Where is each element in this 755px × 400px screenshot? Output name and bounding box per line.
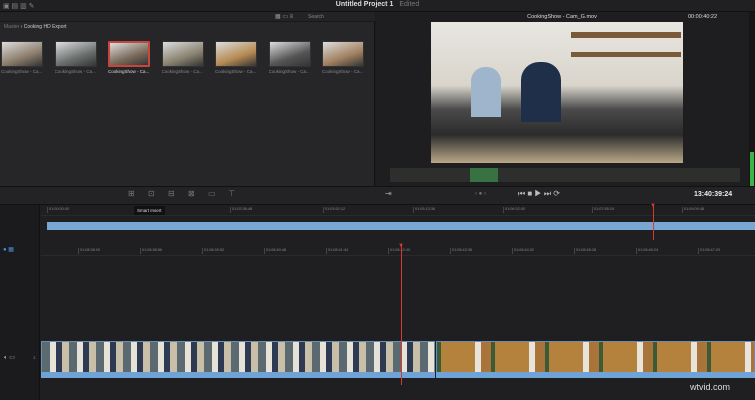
audio-meter	[749, 12, 755, 186]
trim-icon[interactable]: ⇥	[385, 189, 392, 198]
person-figure	[521, 62, 561, 122]
media-clip-thumbnail[interactable]	[54, 41, 97, 67]
viewer-timecode: 00:00:40:22	[688, 14, 718, 20]
smart-insert-icon[interactable]: ⊞	[128, 189, 135, 198]
append-icon[interactable]: ⊡	[148, 189, 155, 198]
breadcrumb-root[interactable]: Master	[4, 24, 19, 30]
shelf	[571, 32, 681, 38]
ruler-tick: 01:08:41:44	[326, 248, 349, 254]
ruler-tick: 01:08:46:24	[636, 248, 659, 254]
video-frame	[431, 22, 683, 163]
project-title: Untitled Project 1 Edited	[0, 1, 755, 8]
media-clip-label: CookingShow - Ca...	[1, 69, 43, 74]
jog-control[interactable]: ‹ ● ›	[475, 191, 486, 197]
media-pool	[0, 12, 375, 186]
overview-clip-bar[interactable]	[47, 222, 755, 230]
person-figure	[471, 67, 501, 117]
tooltip: Smart Insert	[134, 206, 165, 215]
track-headers	[0, 205, 40, 400]
ripple-overwrite-icon[interactable]: ⊟	[168, 189, 175, 198]
ruler-tick: 01:02:36:48	[230, 207, 253, 213]
edit-toolbar	[0, 186, 755, 205]
ruler-tick: 01:08:45:28	[574, 248, 597, 254]
media-clip-label: CookingShow - Ca...	[215, 69, 257, 74]
media-clip-label: CookingShow - Ca...	[268, 69, 310, 74]
project-name: Untitled Project 1	[335, 1, 394, 8]
breadcrumb-current[interactable]: Cooking HD Export	[24, 24, 67, 30]
ruler-tick: 01:08:47:20	[698, 248, 721, 254]
ruler-tick: 01:05:13:36	[413, 207, 436, 213]
track-number: 1	[33, 355, 36, 360]
media-clip-label: CookingShow - Ca...	[54, 69, 96, 74]
upper-playhead[interactable]	[653, 205, 654, 240]
media-clip-thumbnail[interactable]	[108, 41, 150, 67]
audio-waveform[interactable]	[390, 168, 740, 182]
close-up-icon[interactable]: ⊠	[188, 189, 195, 198]
playhead-marker[interactable]: ▼	[650, 203, 656, 209]
ruler-tick: 01:08:44:32	[512, 248, 535, 254]
playhead-marker[interactable]: ▼	[398, 243, 404, 249]
transport-controls[interactable]: ⏮ ■ ▶ ⏭ ⟳	[518, 189, 560, 199]
edit-status: Edited	[399, 1, 420, 8]
timeline-clip[interactable]	[41, 341, 435, 373]
search-input[interactable]: Search	[308, 14, 324, 20]
media-clip-thumbnail[interactable]	[161, 41, 204, 67]
timeline-clip[interactable]	[436, 341, 755, 373]
watermark: wtvid.com	[690, 382, 731, 392]
timeline-timecode: 13:40:39:24	[694, 191, 733, 198]
source-overwrite-icon[interactable]: ⊤	[228, 189, 235, 198]
place-on-top-icon[interactable]: ▭	[208, 189, 216, 198]
ruler-tick: 01:08:38:56	[140, 248, 163, 254]
media-clip-thumbnail[interactable]	[322, 41, 364, 67]
ruler-tick: 01:09:09:48	[682, 207, 705, 213]
media-clip-thumbnail[interactable]	[268, 41, 311, 67]
ruler-tick: 01:06:32:00	[503, 207, 526, 213]
media-clip-thumbnail[interactable]	[215, 41, 257, 67]
audio-clip[interactable]	[436, 372, 755, 378]
media-clip-label: CookingShow - Ca...	[108, 69, 150, 74]
media-clip-label: CookingShow - Ca...	[161, 69, 203, 74]
ruler-tick: 01:07:55:24	[592, 207, 615, 213]
breadcrumb: Master › Cooking HD Export	[4, 24, 67, 30]
ruler-tick: 01:08:38:00	[78, 248, 101, 254]
lock-icon[interactable]: ● ▦	[3, 246, 14, 253]
ruler-tick: 01:08:40:48	[264, 248, 287, 254]
media-clip-label: CookingShow - Ca...	[322, 69, 364, 74]
view-mode-icons[interactable]: ▦ ▭ ≡	[275, 13, 293, 20]
ruler-tick: 01:08:43:36	[450, 248, 473, 254]
ruler-tick: 01:00:00:00	[47, 207, 70, 213]
waveform-selection[interactable]	[470, 168, 498, 182]
media-clip-thumbnail[interactable]	[1, 41, 43, 67]
shelf	[571, 52, 681, 57]
ruler-tick: 01:03:52:12	[323, 207, 346, 213]
track-audio-video-icon[interactable]: 🔈︎ ▭	[4, 354, 15, 362]
ruler-tick: 01:08:39:52	[202, 248, 225, 254]
playhead[interactable]	[401, 245, 402, 385]
audio-clip[interactable]	[41, 372, 435, 378]
